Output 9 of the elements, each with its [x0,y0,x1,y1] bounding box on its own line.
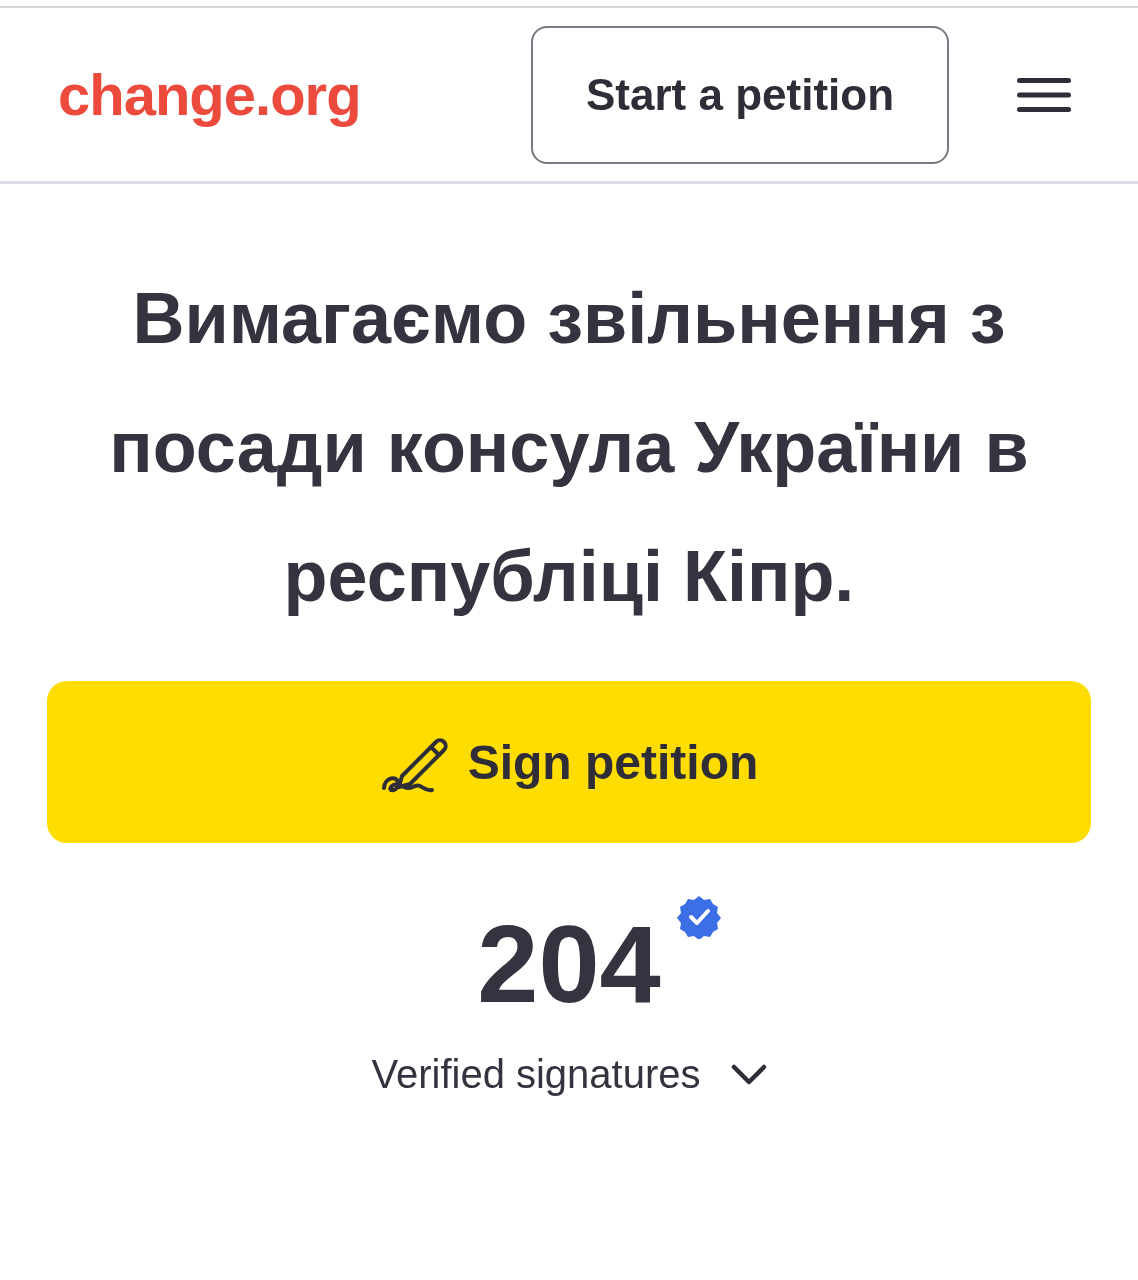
sign-petition-button[interactable]: Sign petition [47,681,1091,843]
signature-count: 204 [477,902,661,1025]
start-petition-button[interactable]: Start a petition [531,25,949,164]
chevron-down-icon[interactable] [730,1063,767,1086]
logo[interactable]: change.org [58,61,361,128]
petition-title: Вимагаємо звільнення з посади консула України в республіці Кіпр. [108,277,1030,618]
verified-signatures-label: Verified signatures [371,1052,701,1097]
menu-icon[interactable] [1017,75,1071,114]
verified-badge-icon [676,895,721,939]
